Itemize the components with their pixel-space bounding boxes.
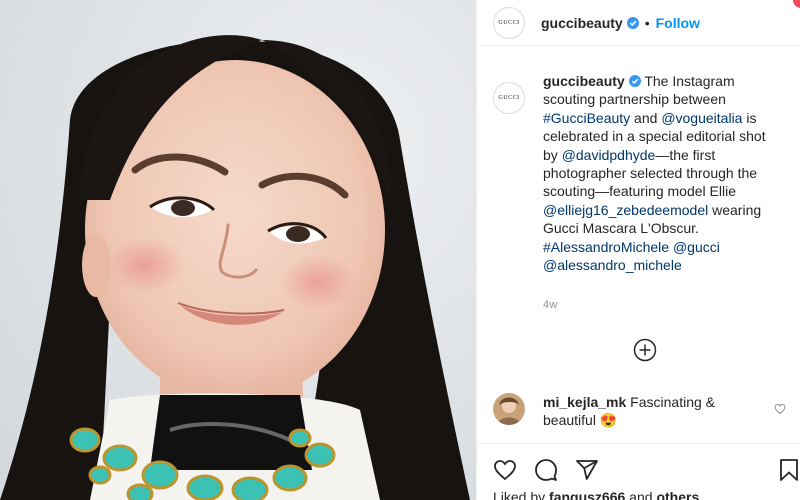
likes-user[interactable]: fangusz666 (549, 489, 625, 500)
caption-verified-icon (628, 75, 641, 87)
likes-prefix: Liked by (493, 489, 550, 500)
plus-circle-icon[interactable] (633, 338, 657, 362)
commenter-username[interactable]: mi_kejla_mk (543, 394, 626, 410)
caption-link[interactable]: #GucciBeauty (543, 110, 630, 126)
paper-plane-icon[interactable] (575, 458, 599, 482)
comment-like-heart-icon[interactable] (774, 403, 786, 415)
caption-link[interactable]: @vogueitalia (661, 110, 742, 126)
commenter-photo (493, 393, 525, 425)
likes-middle: and (625, 489, 657, 500)
caption-text-segment: and (630, 109, 662, 126)
likes-summary: Liked by fangusz666 and others (493, 489, 699, 500)
comment-bubble-icon[interactable] (534, 458, 558, 482)
caption-body: The Instagram scouting partnership betwe… (543, 73, 766, 273)
caption-link[interactable]: @gucci (673, 239, 720, 255)
portrait-image (0, 0, 476, 500)
post-photo[interactable] (0, 0, 476, 500)
caption-username[interactable]: guccibeauty (543, 73, 625, 89)
header-separator: • (644, 14, 650, 31)
caption-link[interactable]: @alessandro_michele (543, 257, 682, 273)
comment-item: mi_kejla_mk Fascinating & beautiful 😍 (493, 393, 793, 430)
comment-body: mi_kejla_mk Fascinating & beautiful 😍 (543, 393, 743, 430)
post-sidebar: GUCCI guccibeauty • Follow GUCCI guccibe… (476, 0, 800, 500)
notification-dot (793, 0, 800, 8)
caption-block: GUCCI guccibeauty The Instagram scouting… (477, 72, 800, 274)
caption-link[interactable]: @elliejg16_zebedeemodel (543, 202, 708, 218)
post-timestamp[interactable]: 4w (543, 299, 557, 311)
caption-avatar-text: GUCCI (498, 95, 520, 101)
header-username[interactable]: guccibeauty (541, 15, 623, 31)
commenter-avatar[interactable] (493, 393, 525, 425)
caption-text: guccibeauty The Instagram scouting partn… (543, 72, 775, 274)
avatar-logo-text: GUCCI (498, 19, 520, 26)
account-avatar[interactable]: GUCCI (493, 6, 525, 39)
caption-link[interactable]: @davidpdhyde (562, 147, 656, 163)
caption-link[interactable]: #AlessandroMichele (543, 239, 669, 255)
bookmark-icon[interactable] (777, 458, 800, 482)
heart-icon[interactable] (493, 458, 517, 482)
likes-others[interactable]: others (656, 489, 699, 500)
verified-badge-icon (626, 16, 639, 29)
caption-avatar[interactable]: GUCCI (493, 82, 525, 114)
post-header: GUCCI guccibeauty • Follow (477, 0, 800, 46)
follow-button[interactable]: Follow (656, 15, 700, 31)
